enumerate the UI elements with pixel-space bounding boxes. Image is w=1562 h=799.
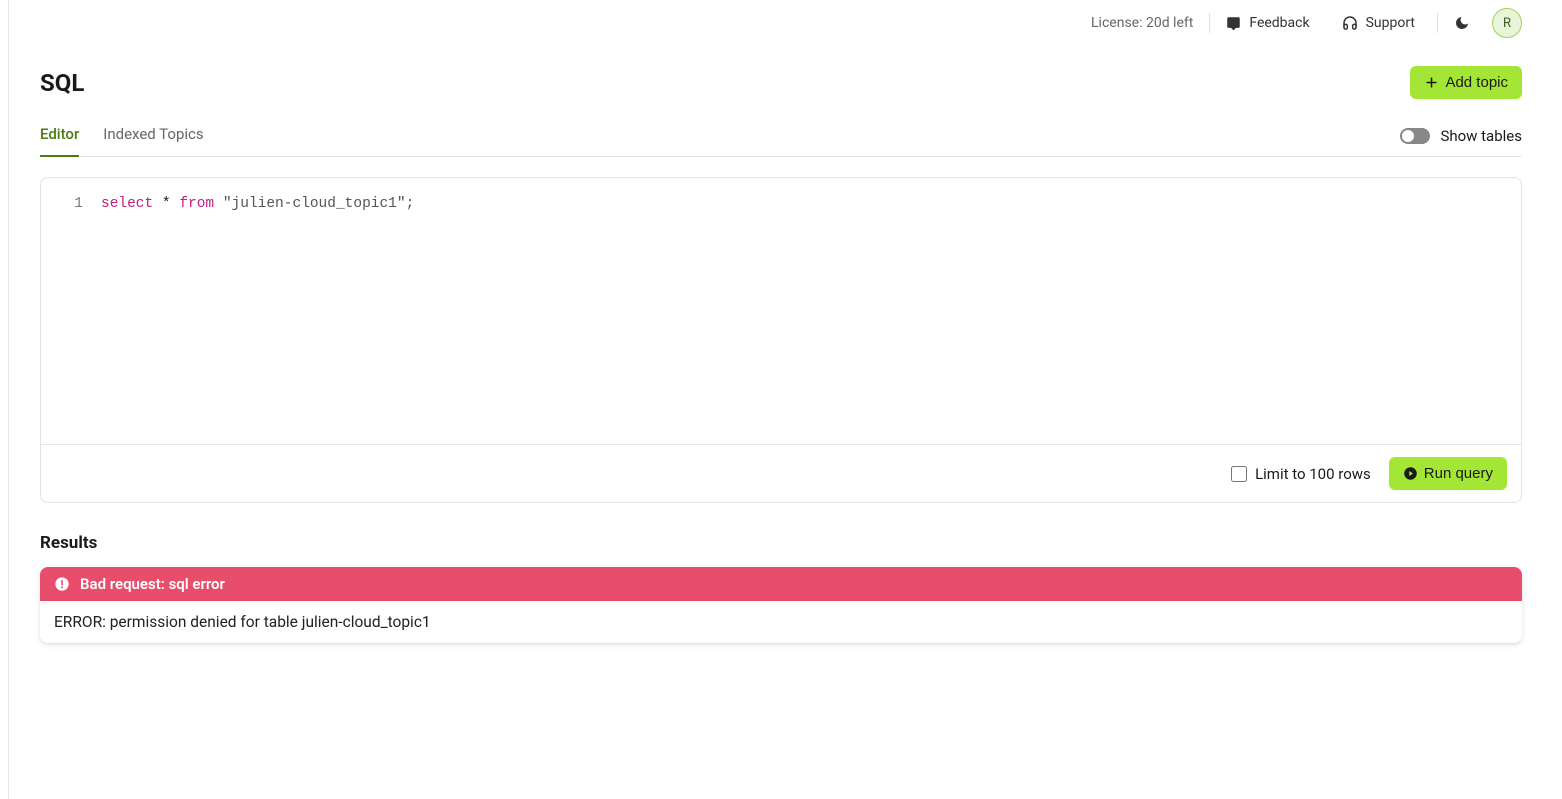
feedback-link[interactable]: Feedback <box>1210 13 1325 33</box>
plus-icon <box>1424 75 1439 90</box>
support-link[interactable]: Support <box>1326 13 1438 33</box>
show-tables-label: Show tables <box>1440 127 1522 145</box>
add-topic-label: Add topic <box>1445 74 1508 91</box>
theme-toggle[interactable] <box>1438 15 1486 31</box>
support-label: Support <box>1366 13 1415 33</box>
moon-icon <box>1454 15 1470 31</box>
avatar[interactable]: R <box>1492 8 1522 38</box>
code-content: select * from "julien-cloud_topic1"; <box>101 196 414 426</box>
error-alert: Bad request: sql error ERROR: permission… <box>40 567 1522 643</box>
top-bar: License: 20d left Feedback Support R <box>40 0 1522 38</box>
tab-list: Editor Indexed Topics <box>40 125 204 156</box>
add-topic-button[interactable]: Add topic <box>1410 66 1522 99</box>
play-icon <box>1403 466 1418 481</box>
limit-rows-option[interactable]: Limit to 100 rows <box>1231 465 1371 483</box>
line-number: 1 <box>57 196 83 212</box>
code-token <box>214 196 223 212</box>
sql-editor[interactable]: 1 select * from "julien-cloud_topic1"; <box>41 178 1521 444</box>
error-icon <box>54 576 70 592</box>
run-query-label: Run query <box>1424 465 1493 482</box>
sql-editor-card: 1 select * from "julien-cloud_topic1"; L… <box>40 177 1522 503</box>
tab-indexed-topics[interactable]: Indexed Topics <box>103 125 203 157</box>
line-number-gutter: 1 <box>57 196 101 426</box>
tab-editor[interactable]: Editor <box>40 125 79 157</box>
code-token: * <box>153 196 179 212</box>
error-body: ERROR: permission denied for table julie… <box>40 601 1522 643</box>
page-title: SQL <box>40 69 84 97</box>
avatar-initial: R <box>1503 16 1511 31</box>
code-string: "julien-cloud_topic1" <box>223 196 406 212</box>
comment-icon <box>1226 16 1241 31</box>
error-title: Bad request: sql error <box>80 575 225 593</box>
limit-rows-label: Limit to 100 rows <box>1255 465 1371 483</box>
headphones-icon <box>1342 15 1358 31</box>
error-header: Bad request: sql error <box>40 567 1522 601</box>
code-keyword: from <box>179 196 214 212</box>
show-tables-toggle[interactable] <box>1400 128 1430 144</box>
code-keyword: select <box>101 196 153 212</box>
limit-rows-checkbox[interactable] <box>1231 466 1247 482</box>
feedback-label: Feedback <box>1249 13 1309 33</box>
results-title: Results <box>40 533 1522 553</box>
license-info[interactable]: License: 20d left <box>1075 13 1210 33</box>
run-query-button[interactable]: Run query <box>1389 457 1507 490</box>
code-punct: ; <box>406 196 415 212</box>
